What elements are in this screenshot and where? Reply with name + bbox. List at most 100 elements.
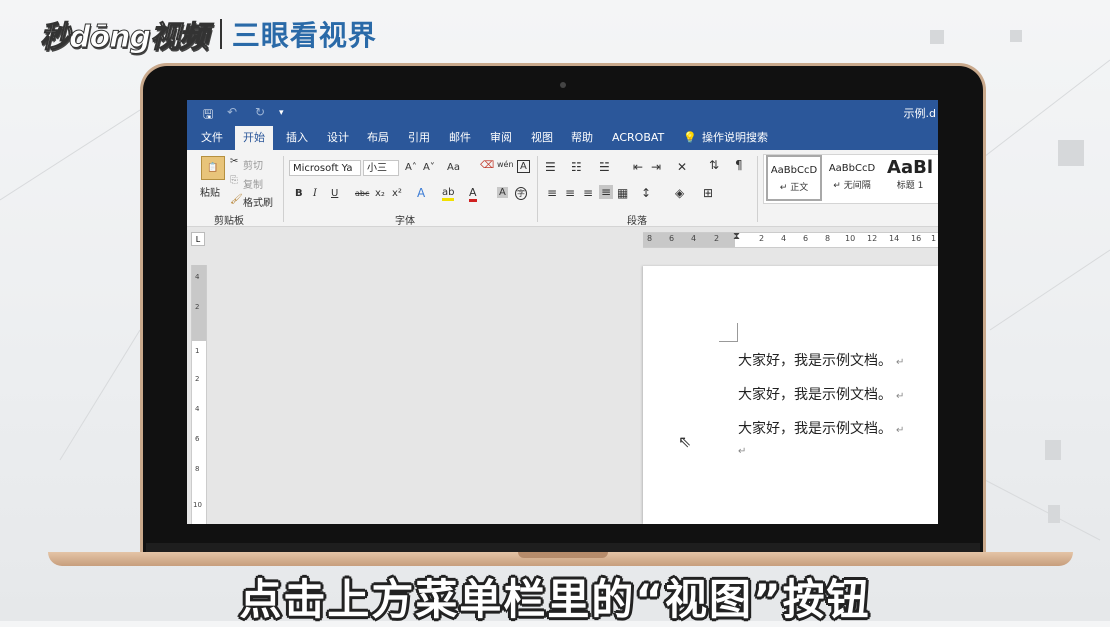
align-center-icon[interactable]: ≡	[565, 186, 575, 200]
grow-font-icon[interactable]: A˄	[405, 162, 417, 173]
undo-icon[interactable]: ↶	[227, 105, 237, 119]
sort-icon[interactable]: ⇅	[709, 158, 719, 172]
strikethrough-button[interactable]: abc	[355, 189, 369, 198]
change-case-icon[interactable]: Aa	[447, 162, 460, 173]
customize-toolbar-icon[interactable]: ▾	[279, 108, 284, 118]
document-page[interactable]: 大家好，我是示例文档。 ↵ 大家好，我是示例文档。 ↵ 大家好，我是示例文档。 ↵ ↵	[643, 266, 938, 524]
vertical-ruler[interactable]: 4 2 1 2 4 6 8 10	[191, 265, 207, 524]
document-line[interactable]: 大家好，我是示例文档。 ↵	[738, 418, 904, 438]
tab-design[interactable]: 设计	[319, 126, 357, 150]
tab-selector[interactable]: L	[191, 232, 205, 246]
watermark-brand: 三眼看视界	[231, 19, 377, 52]
decrease-indent-icon[interactable]: ⇤	[633, 160, 643, 174]
show-marks-icon[interactable]: ¶	[735, 158, 743, 172]
align-left-icon[interactable]: ≡	[547, 186, 557, 200]
paragraph-group-label: 段落	[627, 216, 647, 227]
tab-home[interactable]: 开始	[235, 126, 273, 150]
highlight-icon[interactable]: ab	[442, 187, 455, 201]
ruler-tick: 2	[195, 375, 200, 383]
ruler-tick: 10	[193, 501, 202, 509]
increase-indent-icon[interactable]: ⇥	[651, 160, 661, 174]
shading-icon[interactable]: ◈	[675, 186, 684, 200]
bold-button[interactable]: B	[295, 188, 303, 199]
copy-button[interactable]: 复制	[243, 176, 263, 191]
paste-button[interactable]: 粘贴	[200, 184, 220, 199]
borders-icon[interactable]: ⊞	[703, 186, 713, 200]
ruler-tick: 8	[195, 465, 200, 473]
paste-icon[interactable]: 📋	[201, 156, 225, 180]
ruler-tick: 12	[867, 234, 878, 243]
format-painter-icon[interactable]: 🖌	[230, 194, 243, 205]
tab-insert[interactable]: 插入	[278, 126, 316, 150]
ribbon-home: 📋 粘贴 ✂ 剪切 ⎘ 复制 🖌 格式刷 剪贴板 Microsoft Ya 小三…	[187, 150, 938, 227]
ruler-tick: 1	[195, 347, 200, 355]
line-text: 大家好，我是示例文档。	[738, 387, 892, 403]
distributed-icon[interactable]: ▦	[617, 186, 628, 200]
multilevel-list-icon[interactable]: ☱	[599, 160, 610, 174]
tab-file[interactable]: 文件	[193, 126, 231, 150]
ruler-tick: 4	[781, 234, 787, 243]
tab-view[interactable]: 视图	[523, 126, 561, 150]
tab-mailings[interactable]: 邮件	[441, 126, 479, 150]
style-heading-1[interactable]: AaBl 标题 1	[882, 155, 938, 201]
tab-references[interactable]: 引用	[400, 126, 438, 150]
numbering-icon[interactable]: ☷	[571, 160, 582, 174]
group-divider	[537, 156, 538, 222]
tab-layout[interactable]: 布局	[359, 126, 397, 150]
font-name-select[interactable]: Microsoft Ya	[289, 160, 361, 176]
document-line[interactable]: ↵	[738, 442, 746, 458]
shrink-font-icon[interactable]: A˅	[423, 162, 435, 173]
format-painter-button[interactable]: 格式刷	[243, 194, 273, 209]
tab-help[interactable]: 帮助	[563, 126, 601, 150]
laptop-base	[48, 552, 1073, 566]
horizontal-ruler[interactable]: 8 6 4 2 ⧗ 2 4 6 8 10 12 14 16 1	[643, 231, 938, 248]
enclose-char-icon[interactable]: 字	[515, 187, 527, 200]
clear-format-icon[interactable]: ⌫	[480, 160, 494, 171]
subscript-button[interactable]: x₂	[375, 188, 385, 199]
word-window: 🖫 ↶ ↻ ▾ 示例.d 文件 开始 插入 设计 布局 引用 邮件 审阅 视图 …	[187, 100, 938, 524]
tab-review[interactable]: 审阅	[482, 126, 520, 150]
ruler-tick: 6	[803, 234, 809, 243]
align-right-icon[interactable]: ≡	[583, 186, 593, 200]
style-no-spacing[interactable]: AaBbCcD ↵ 无间隔	[824, 155, 880, 201]
font-size-select[interactable]: 小三	[363, 160, 399, 176]
paragraph-mark: ↵	[896, 357, 905, 368]
redo-icon[interactable]: ↻	[255, 105, 265, 119]
watermark-separator	[219, 19, 222, 49]
font-color-icon[interactable]: A	[469, 186, 477, 202]
scissors-icon[interactable]: ✂	[230, 156, 238, 167]
style-name: ↵ 正文	[779, 183, 809, 193]
underline-button[interactable]: U	[331, 188, 338, 199]
clipboard-group-label: 剪贴板	[214, 216, 244, 227]
bullets-icon[interactable]: ☰	[545, 160, 556, 174]
save-icon[interactable]: 🖫	[203, 105, 213, 126]
line-spacing-icon[interactable]: ↕	[641, 186, 651, 200]
ruler-tick: 4	[195, 273, 200, 281]
watermark-logo: 秒dōng视频	[40, 20, 210, 56]
text-effects-icon[interactable]: A	[417, 186, 425, 200]
asian-layout-icon[interactable]: ✕	[677, 160, 687, 174]
line-text: 大家好，我是示例文档。	[738, 421, 892, 437]
ruler-tick: 16	[911, 234, 922, 243]
copy-icon[interactable]: ⎘	[230, 175, 238, 186]
document-line[interactable]: 大家好，我是示例文档。 ↵	[738, 350, 904, 370]
ruler-tick: 4	[691, 234, 697, 243]
group-divider	[757, 156, 758, 222]
indent-marker-icon[interactable]: ⧗	[733, 231, 740, 242]
char-border-icon[interactable]: A	[517, 160, 530, 173]
title-bar: 🖫 ↶ ↻ ▾ 示例.d	[187, 100, 938, 126]
phonetic-guide-icon[interactable]: wén	[497, 160, 514, 169]
cut-button[interactable]: 剪切	[243, 157, 263, 172]
document-line[interactable]: 大家好，我是示例文档。 ↵	[738, 384, 904, 404]
mouse-pointer-icon: ⇖	[678, 432, 692, 451]
line-text: 大家好，我是示例文档。	[738, 353, 892, 369]
tell-me-search[interactable]: 操作说明搜索	[694, 126, 776, 150]
italic-button[interactable]: I	[313, 188, 317, 199]
justify-icon[interactable]: ≡	[599, 185, 614, 199]
superscript-button[interactable]: x²	[392, 188, 402, 199]
char-shading-icon[interactable]: A	[497, 187, 508, 198]
style-preview: AaBbCcD	[770, 165, 818, 176]
style-normal[interactable]: AaBbCcD ↵ 正文	[766, 155, 822, 201]
style-preview: AaBbCcD	[828, 163, 876, 174]
tab-acrobat[interactable]: ACROBAT	[604, 126, 672, 150]
